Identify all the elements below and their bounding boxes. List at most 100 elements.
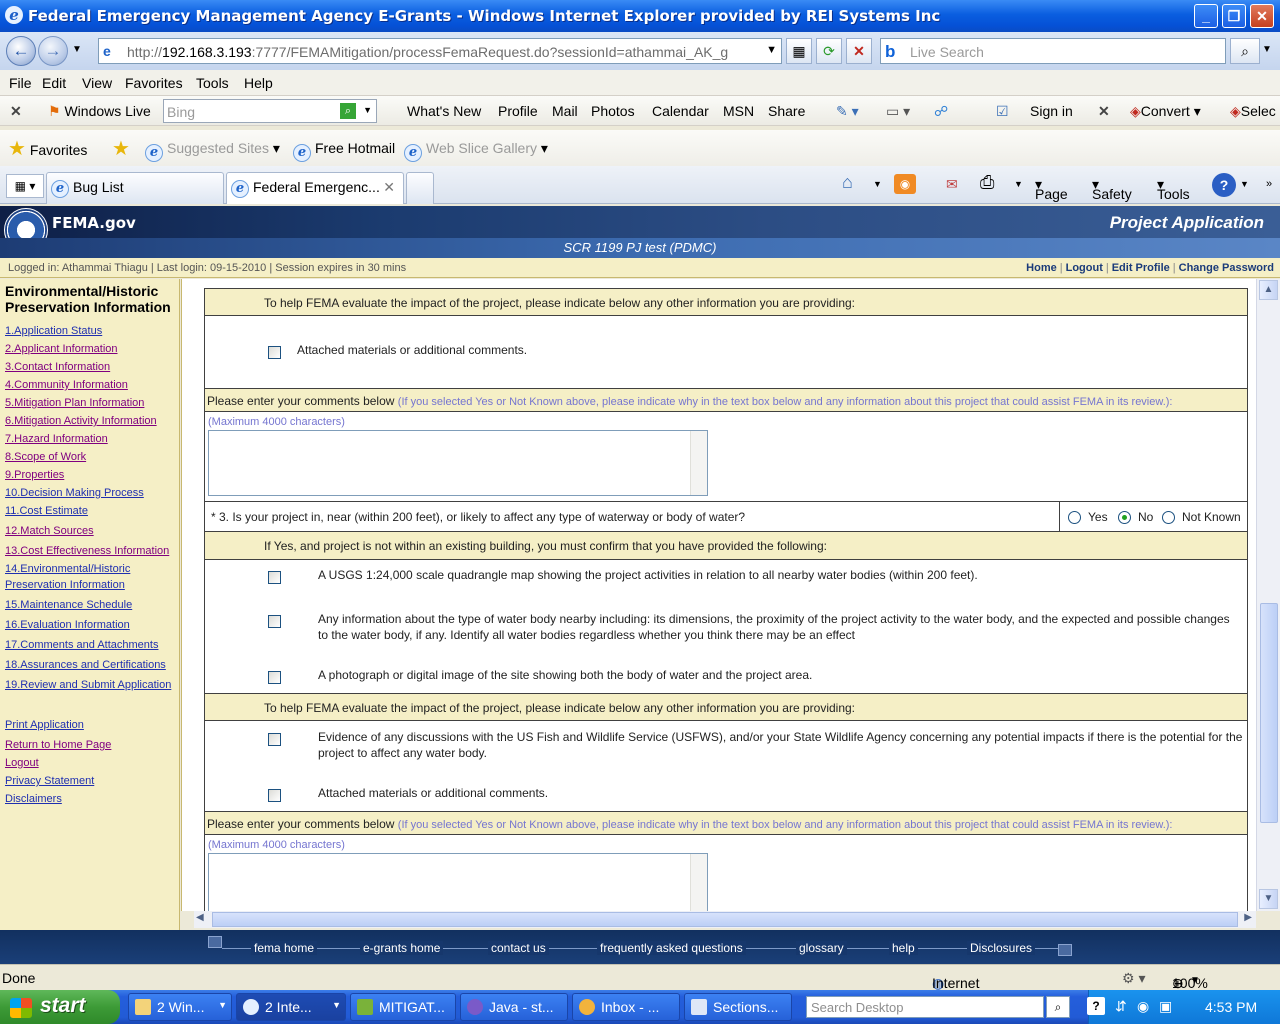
close-convert-icon[interactable]: ✕ bbox=[1098, 103, 1110, 120]
task-inbox[interactable]: Inbox - ... bbox=[572, 993, 680, 1021]
footer-fema-home[interactable]: fema home bbox=[251, 941, 318, 955]
water-body-info-checkbox[interactable] bbox=[268, 615, 281, 628]
convert-button[interactable]: ◈Convert ▾ bbox=[1130, 103, 1201, 120]
menu-edit[interactable]: Edit bbox=[42, 75, 66, 91]
print-application-link[interactable]: Print Application bbox=[5, 717, 84, 733]
textarea-scrollbar[interactable] bbox=[690, 431, 707, 495]
menu-view[interactable]: View bbox=[82, 75, 112, 91]
textarea-scrollbar[interactable] bbox=[690, 854, 707, 911]
close-toolbar-icon[interactable]: ✕ bbox=[10, 103, 22, 120]
home-link[interactable]: Home bbox=[1026, 262, 1057, 274]
task-windows-explorer[interactable]: 2 Win... ▼ bbox=[128, 993, 232, 1021]
print-dropdown-icon[interactable]: ▼ bbox=[1014, 179, 1023, 189]
address-dropdown-icon[interactable]: ▼ bbox=[766, 44, 777, 56]
tray-network-icon[interactable]: ⇵ bbox=[1115, 998, 1127, 1015]
sidebar-step-1[interactable]: 1.Application Status bbox=[5, 323, 102, 339]
sidebar-step-9[interactable]: 9.Properties bbox=[5, 467, 64, 483]
comments-textarea-1[interactable] bbox=[208, 430, 708, 496]
blog-icon[interactable]: ✎ ▾ bbox=[836, 103, 859, 120]
footer-help[interactable]: help bbox=[889, 941, 918, 955]
task-java[interactable]: Java - st... bbox=[460, 993, 568, 1021]
usfws-evidence-checkbox[interactable] bbox=[268, 733, 281, 746]
stop-icon[interactable]: ✕ bbox=[846, 38, 872, 64]
sidebar-step-18[interactable]: 18.Assurances and Certifications bbox=[5, 657, 166, 673]
scroll-up-icon[interactable]: ▲ bbox=[1259, 280, 1278, 300]
attached-materials-checkbox-2[interactable] bbox=[268, 789, 281, 802]
attached-materials-checkbox-1[interactable] bbox=[268, 346, 281, 359]
page-menu[interactable]: Page ▾ bbox=[1035, 176, 1068, 202]
footer-glossary[interactable]: glossary bbox=[796, 941, 847, 955]
task-sections[interactable]: Sections... bbox=[684, 993, 792, 1021]
live-link-mail[interactable]: Mail bbox=[552, 103, 578, 119]
windows-live-brand[interactable]: ⚑ Windows Live bbox=[48, 103, 151, 120]
sidebar-step-14[interactable]: 14.Environmental/Historic Preservation I… bbox=[5, 561, 145, 593]
vertical-scroll-thumb[interactable] bbox=[1260, 603, 1278, 823]
help-dropdown-icon[interactable]: ▼ bbox=[1240, 179, 1249, 189]
scroll-right-icon[interactable]: ▶ bbox=[1244, 912, 1252, 923]
task-internet-explorer[interactable]: 2 Inte... ▼ bbox=[236, 993, 346, 1021]
live-link-calendar[interactable]: Calendar bbox=[652, 103, 709, 119]
minimize-button[interactable]: _ bbox=[1194, 4, 1218, 28]
address-bar[interactable]: e http://192.168.3.193:7777/FEMAMitigati… bbox=[98, 38, 782, 64]
bing-search-input[interactable]: Bing ⌕ ▼ bbox=[163, 99, 377, 123]
contacts-icon[interactable]: ☍ bbox=[934, 103, 948, 120]
sidebar-step-11[interactable]: 11.Cost Estimate bbox=[5, 503, 88, 519]
desktop-search-icon[interactable]: ⌕ bbox=[1046, 996, 1070, 1018]
home-dropdown-icon[interactable]: ▼ bbox=[873, 179, 882, 189]
home-icon[interactable]: ⌂ bbox=[842, 172, 853, 193]
more-chevron-icon[interactable]: » bbox=[1266, 178, 1272, 190]
q3-radio-not-known[interactable] bbox=[1162, 511, 1175, 524]
new-tab-button[interactable] bbox=[406, 172, 434, 204]
edit-profile-link[interactable]: Edit Profile bbox=[1112, 262, 1170, 274]
logout-link[interactable]: Logout bbox=[1066, 262, 1103, 274]
quick-tabs-icon[interactable]: ▦ ▾ bbox=[6, 174, 44, 198]
live-link-share[interactable]: Share bbox=[768, 103, 805, 119]
sidebar-step-13[interactable]: 13.Cost Effectiveness Information bbox=[5, 543, 169, 559]
sidebar-step-6[interactable]: 6.Mitigation Activity Information bbox=[5, 413, 157, 429]
help-icon[interactable]: ? bbox=[1212, 173, 1236, 197]
sidebar-step-5[interactable]: 5.Mitigation Plan Information bbox=[5, 395, 144, 411]
tray-app-icon[interactable]: ◉ bbox=[1137, 998, 1149, 1015]
print-icon[interactable]: ⎙ bbox=[980, 172, 994, 193]
sidebar-step-3[interactable]: 3.Contact Information bbox=[5, 359, 110, 375]
photograph-checkbox[interactable] bbox=[268, 671, 281, 684]
task-mitigation[interactable]: MITIGAT... bbox=[350, 993, 456, 1021]
free-hotmail-link[interactable]: e Free Hotmail bbox=[293, 140, 395, 162]
history-dropdown-icon[interactable]: ▼ bbox=[72, 44, 82, 55]
usgs-map-checkbox[interactable] bbox=[268, 571, 281, 584]
scroll-down-icon[interactable]: ▼ bbox=[1259, 889, 1278, 909]
forward-button[interactable]: → bbox=[38, 36, 68, 66]
bing-go-icon[interactable]: ⌕ bbox=[340, 103, 356, 119]
close-tab-icon[interactable]: ✕ bbox=[383, 179, 395, 196]
return-home-link[interactable]: Return to Home Page bbox=[5, 737, 111, 753]
sidebar-step-19[interactable]: 19.Review and Submit Application bbox=[5, 677, 171, 693]
close-button[interactable]: ✕ bbox=[1250, 4, 1274, 28]
sidebar-step-17[interactable]: 17.Comments and Attachments bbox=[5, 637, 158, 653]
change-password-link[interactable]: Change Password bbox=[1179, 262, 1274, 274]
live-link-msn[interactable]: MSN bbox=[723, 103, 754, 119]
live-link-photos[interactable]: Photos bbox=[591, 103, 635, 119]
suggested-sites-link[interactable]: e Suggested Sites ▾ bbox=[145, 140, 280, 162]
footer-egrants-home[interactable]: e-grants home bbox=[360, 941, 444, 955]
address-url[interactable]: http://192.168.3.193:7777/FEMAMitigation… bbox=[127, 44, 728, 60]
footer-faq[interactable]: frequently asked questions bbox=[597, 941, 746, 955]
refresh-icon[interactable]: ⟳ bbox=[816, 38, 842, 64]
footer-contact-us[interactable]: contact us bbox=[488, 941, 549, 955]
fema-logo[interactable]: FEMA.gov bbox=[52, 214, 136, 232]
start-button[interactable]: start bbox=[0, 990, 120, 1024]
live-link-profile[interactable]: Profile bbox=[498, 103, 538, 119]
desktop-search-input[interactable]: Search Desktop bbox=[806, 996, 1044, 1018]
add-favorite-icon[interactable]: ★ bbox=[112, 136, 130, 161]
sidebar-logout-link[interactable]: Logout bbox=[5, 755, 39, 771]
protected-mode-icon[interactable]: ⚙ ▾ bbox=[1122, 970, 1145, 987]
q3-radio-no[interactable] bbox=[1118, 511, 1131, 524]
live-search-input[interactable]: b Live Search bbox=[880, 38, 1226, 64]
messenger-icon[interactable]: ▭ ▾ bbox=[886, 103, 910, 120]
sign-in-link[interactable]: Sign in bbox=[1030, 103, 1073, 119]
bing-dropdown-icon[interactable]: ▼ bbox=[363, 105, 372, 115]
feeds-icon[interactable]: ◉ bbox=[894, 174, 916, 194]
select-button[interactable]: ◈Selec bbox=[1230, 103, 1276, 120]
tray-help-icon[interactable]: ? bbox=[1087, 997, 1105, 1015]
horizontal-scroll-thumb[interactable] bbox=[212, 912, 1238, 927]
comments-textarea-2[interactable] bbox=[208, 853, 708, 911]
